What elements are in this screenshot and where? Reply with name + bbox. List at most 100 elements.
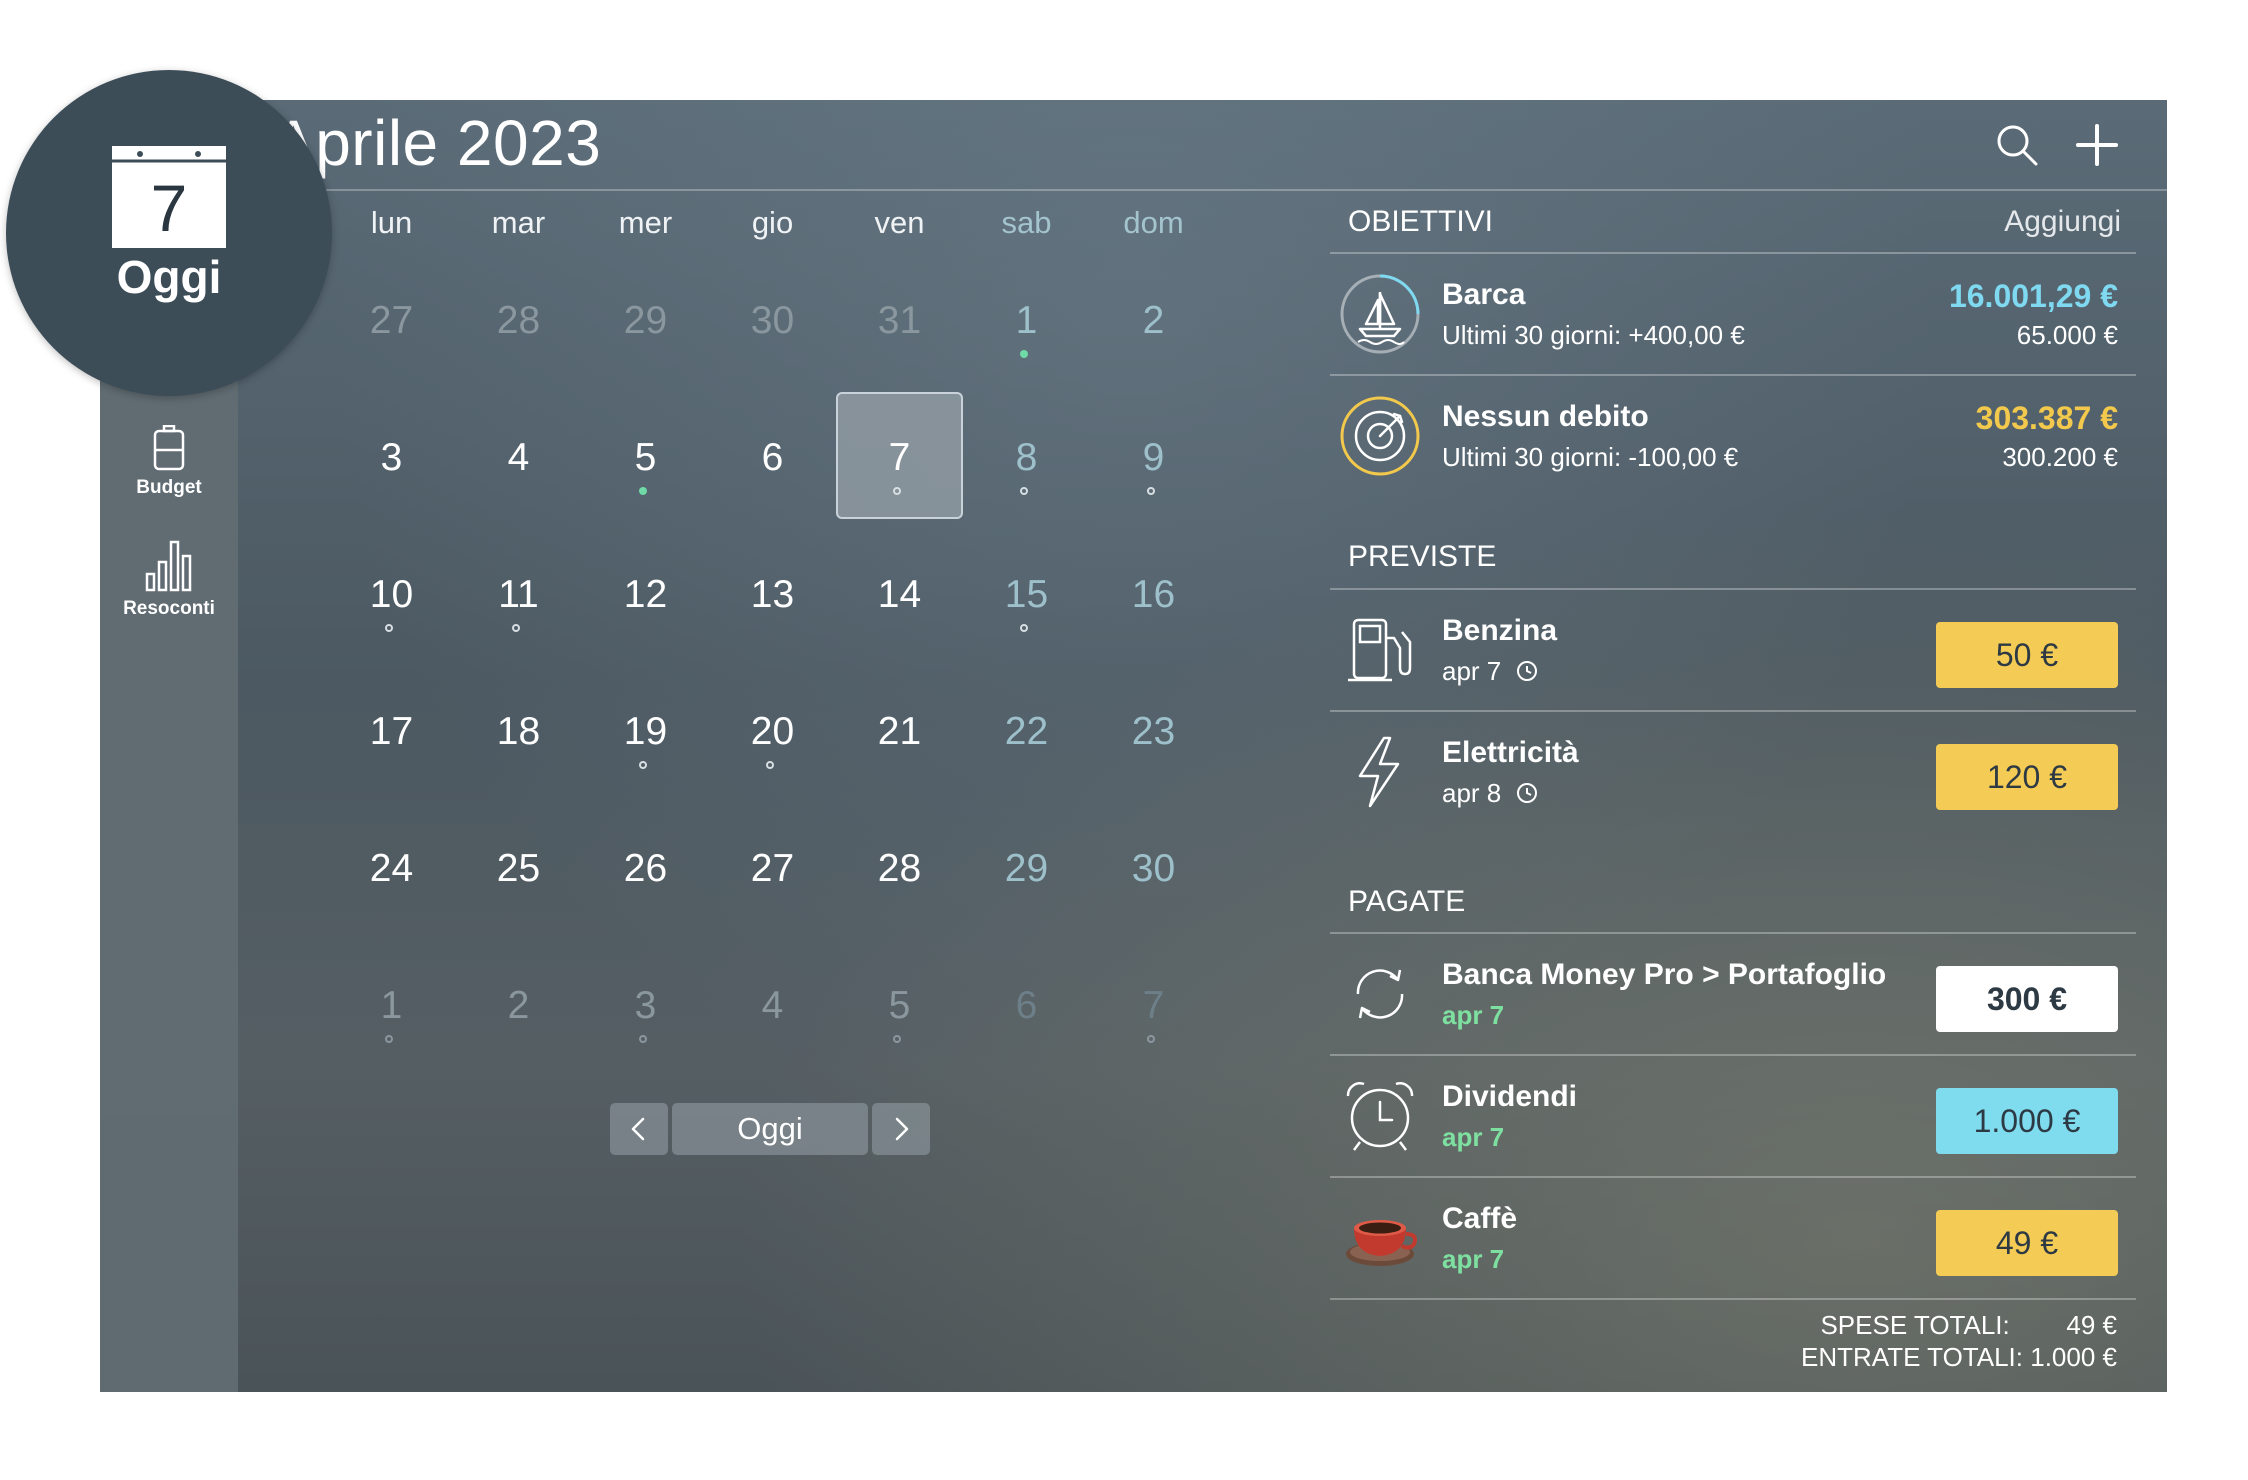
chevron-left-icon [631, 1117, 645, 1141]
calendar-day[interactable]: 1 [328, 940, 455, 1067]
calendar-day[interactable]: 30 [709, 255, 836, 382]
day-number: 27 [369, 299, 414, 342]
calendar-day[interactable]: 23 [1090, 666, 1217, 793]
event-dot [1020, 487, 1028, 495]
calendar-day[interactable]: 21 [836, 666, 963, 793]
today-badge[interactable]: 7 Oggi [6, 70, 332, 396]
header-divider [238, 189, 2167, 191]
totals: SPESE TOTALI: 49 € ENTRATE TOTALI: 1.000… [1697, 1310, 2117, 1374]
day-number: 1 [380, 984, 403, 1027]
calendar-day[interactable]: 31 [836, 255, 963, 382]
calendar-day[interactable]: 6 [963, 940, 1090, 1067]
day-number: 4 [761, 984, 784, 1027]
sidebar-item-reports[interactable]: Resoconti [100, 540, 238, 620]
prev-month-button[interactable] [610, 1103, 668, 1155]
calendar-day[interactable]: 14 [836, 529, 963, 656]
clock-icon [1516, 661, 1537, 681]
day-number: 9 [1142, 436, 1165, 479]
calendar-day[interactable]: 5 [582, 392, 709, 519]
calendar-day[interactable]: 3 [582, 940, 709, 1067]
add-button[interactable] [2070, 118, 2124, 172]
calendar-day[interactable]: 10 [328, 529, 455, 656]
day-number: 3 [634, 984, 657, 1027]
calendar-day[interactable]: 1 [963, 255, 1090, 382]
calendar-day[interactable]: 19 [582, 666, 709, 793]
calendar-day[interactable]: 7 [1090, 940, 1217, 1067]
goal-target: 300.200 € [2002, 442, 2118, 472]
goal-row[interactable]: Barca Ultimi 30 giorni: +400,00 € 16.001… [1330, 254, 2136, 374]
planned-row[interactable]: Elettricità apr 8 120 € [1330, 712, 2136, 832]
day-number: 22 [1004, 710, 1049, 753]
search-icon [1997, 125, 2038, 166]
day-number: 24 [369, 847, 414, 890]
clock-icon [1516, 783, 1537, 803]
planned-row[interactable]: Benzina apr 7 50 € [1330, 590, 2136, 710]
amount-pill[interactable]: 120 € [1936, 744, 2118, 810]
calendar-day[interactable]: 22 [963, 666, 1090, 793]
paid-row[interactable]: Dividendi apr 7 1.000 € [1330, 1056, 2136, 1176]
calendar-day[interactable]: 2 [455, 940, 582, 1067]
amount-pill[interactable]: 49 € [1936, 1210, 2118, 1276]
day-number: 30 [1131, 847, 1176, 890]
calendar-day[interactable]: 17 [328, 666, 455, 793]
search-button[interactable] [1990, 118, 2044, 172]
add-goal-link[interactable]: Aggiungi [2004, 205, 2121, 239]
calendar-day[interactable]: 16 [1090, 529, 1217, 656]
app-window: Budget Resoconti Aprile 2023 lun mar mer… [100, 100, 2167, 1392]
amount-pill[interactable]: 300 € [1936, 966, 2118, 1032]
calendar-day[interactable]: 9 [1090, 392, 1217, 519]
calendar-day[interactable]: 4 [455, 392, 582, 519]
calendar-day[interactable]: 26 [582, 803, 709, 930]
calendar-day[interactable]: 27 [709, 803, 836, 930]
today-button[interactable]: Oggi [672, 1103, 868, 1155]
goal-row[interactable]: Nessun debito Ultimi 30 giorni: -100,00 … [1330, 376, 2136, 496]
calendar-day[interactable]: 20 [709, 666, 836, 793]
transaction-name: Elettricità [1442, 736, 1579, 769]
today-day-number: 7 [150, 171, 188, 245]
calendar-day[interactable]: 25 [455, 803, 582, 930]
calendar-day[interactable]: 11 [455, 529, 582, 656]
calendar-day[interactable]: 4 [709, 940, 836, 1067]
calendar-day[interactable]: 18 [455, 666, 582, 793]
calendar-day[interactable]: 27 [328, 255, 455, 382]
calendar-day[interactable]: 13 [709, 529, 836, 656]
day-number: 23 [1131, 710, 1176, 753]
day-number: 31 [877, 299, 922, 342]
calendar-day[interactable]: 3 [328, 392, 455, 519]
calendar-day[interactable]: 6 [709, 392, 836, 519]
transaction-date: apr 8 [1442, 778, 1539, 809]
paid-row[interactable]: Banca Money Pro > Portafoglio apr 7 300 … [1330, 934, 2136, 1054]
calendar-day[interactable]: 2 [1090, 255, 1217, 382]
event-dot [512, 624, 520, 632]
calendar-day[interactable]: 15 [963, 529, 1090, 656]
transaction-name: Banca Money Pro > Portafoglio [1442, 958, 1887, 991]
calendar-day-selected[interactable]: 7 [836, 392, 963, 519]
calendar-day[interactable]: 30 [1090, 803, 1217, 930]
calendar-day[interactable]: 29 [582, 255, 709, 382]
battery-icon [153, 425, 185, 471]
weekday-label: ven [874, 205, 925, 240]
day-number: 29 [1004, 847, 1049, 890]
income-value: 1.000 € [2030, 1342, 2117, 1372]
lightning-icon [1358, 736, 1400, 808]
amount-pill[interactable]: 50 € [1936, 622, 2118, 688]
calendar-day[interactable]: 12 [582, 529, 709, 656]
weekday-label: lun [370, 205, 413, 240]
day-number: 1 [1015, 299, 1038, 342]
divider [1330, 1298, 2136, 1300]
calendar-day[interactable]: 5 [836, 940, 963, 1067]
calendar-day[interactable]: 29 [963, 803, 1090, 930]
calendar-day[interactable]: 8 [963, 392, 1090, 519]
day-number: 6 [1015, 984, 1038, 1027]
paid-row[interactable]: Caffè apr 7 49 € [1330, 1178, 2136, 1298]
calendar-day[interactable]: 28 [455, 255, 582, 382]
sidebar-item-label: Budget [136, 477, 202, 498]
event-dot [893, 487, 901, 495]
expenses-total: SPESE TOTALI: 49 € [1697, 1310, 2117, 1342]
sidebar-item-budget[interactable]: Budget [100, 425, 238, 499]
next-month-button[interactable] [872, 1103, 930, 1155]
paid-title: PAGATE [1348, 885, 1466, 918]
calendar-day[interactable]: 24 [328, 803, 455, 930]
amount-pill[interactable]: 1.000 € [1936, 1088, 2118, 1154]
calendar-day[interactable]: 28 [836, 803, 963, 930]
